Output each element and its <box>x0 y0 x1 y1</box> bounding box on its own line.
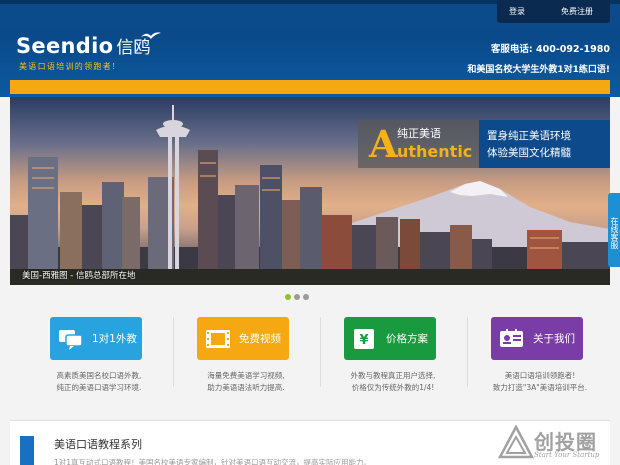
logo-slogan: 美语口语培训的领跑者! <box>19 62 117 71</box>
feature-desc-line: 纯正的美语口语学习环境. <box>56 383 142 392</box>
register-link[interactable]: 免费注册 <box>547 6 607 17</box>
about-us-button[interactable]: 关于我们 <box>491 317 583 360</box>
feature-section: 1对1外教 高素质美国名校口语外教, 纯正的美语口语学习环境. 免费视频 海量免… <box>10 305 610 415</box>
watermark: 创投圈 Start Your Startup <box>496 423 620 465</box>
feature-label: 1对1外教 <box>92 333 137 345</box>
hero-banner[interactable]: 美国-西雅图 - 信鸥总部所在地 A 纯正美语 uthentic 置身纯正美语环… <box>10 97 610 285</box>
online-service-tab[interactable]: 在线客服 <box>608 193 620 267</box>
feature-desc: 美语口语培训领跑者! 致力打造"3A"美语培训平台. <box>481 370 599 394</box>
feature-desc-line: 高素质美国名校口语外教, <box>56 371 142 380</box>
course-desc: 1对1真互动式口语教程！美国名校美语专家编制，针对美语口语互动交流，提高实际应用… <box>54 458 372 465</box>
top-links-bar: 登录 免费注册 <box>497 0 610 23</box>
divider <box>320 317 321 387</box>
feature-label: 价格方案 <box>386 333 428 345</box>
authentic-promo: A 纯正美语 uthentic 置身纯正美语环境 体验美国文化精髓 <box>358 120 610 168</box>
banner-slogan-line2: 体验美国文化精髓 <box>487 147 571 159</box>
price-tag-icon: ¥ <box>354 328 374 349</box>
feature-label: 免费视频 <box>239 333 281 345</box>
watermark-sub: Start Your Startup <box>534 451 600 459</box>
logo-brand-en: Seendio <box>16 34 114 58</box>
feature-label: 关于我们 <box>533 333 575 345</box>
chat-bubbles-icon <box>59 329 83 350</box>
feature-desc-line: 外教与教程真正用户选择, <box>350 371 436 380</box>
feature-desc-line: 助力美语语法听力提高. <box>207 383 285 392</box>
carousel-dot[interactable] <box>285 294 291 300</box>
film-icon <box>206 329 230 348</box>
divider <box>173 317 174 387</box>
id-card-icon <box>500 328 523 347</box>
feature-desc-line: 海量免费美语学习视频, <box>207 371 285 380</box>
hotline-phone: 客服电话: 400-092-1980 <box>490 44 610 55</box>
site-logo[interactable]: Seendio 信鸥 <box>16 32 161 58</box>
banner-slogan-line1: 置身纯正美语环境 <box>487 130 571 142</box>
feature-desc-line: 美语口语培训领跑者! <box>504 371 576 380</box>
authentic-en: uthentic <box>397 142 473 161</box>
nav-bar <box>10 80 610 94</box>
one-on-one-button[interactable]: 1对1外教 <box>50 317 142 360</box>
feature-pricing: ¥ 价格方案 外教与教程真正用户选择, 价格仅为传统外教的1/4! <box>334 317 452 394</box>
free-video-button[interactable]: 免费视频 <box>197 317 289 360</box>
course-title[interactable]: 美语口语教程系列 <box>54 436 142 452</box>
feature-desc: 海量免费美语学习视频, 助力美语语法听力提高. <box>187 370 305 394</box>
feature-one-on-one: 1对1外教 高素质美国名校口语外教, 纯正的美语口语学习环境. <box>40 317 158 394</box>
feature-about-us: 关于我们 美语口语培训领跑者! 致力打造"3A"美语培训平台. <box>481 317 599 394</box>
feature-desc-line: 价格仅为传统外教的1/4! <box>351 383 435 392</box>
carousel-dot[interactable] <box>294 294 300 300</box>
authentic-slogan-box: 置身纯正美语环境 体验美国文化精髓 <box>479 120 610 168</box>
header-tagline: 和美国名校大学生外教1对1练口语! <box>467 65 610 75</box>
feature-desc: 高素质美国名校口语外教, 纯正的美语口语学习环境. <box>40 370 158 394</box>
authentic-letter: A <box>369 122 398 166</box>
svg-text:¥: ¥ <box>359 333 368 348</box>
divider <box>467 317 468 387</box>
banner-caption: 美国-西雅图 - 信鸥总部所在地 <box>22 271 136 281</box>
authentic-cn: 纯正美语 <box>397 127 441 140</box>
feature-desc: 外教与教程真正用户选择, 价格仅为传统外教的1/4! <box>334 370 452 394</box>
watermark-logo-icon <box>498 425 534 459</box>
carousel-dots <box>285 294 309 300</box>
login-link[interactable]: 登录 <box>497 6 537 17</box>
seagull-icon <box>141 32 161 39</box>
course-accent-bar <box>20 436 34 465</box>
feature-free-video: 免费视频 海量免费美语学习视频, 助力美语语法听力提高. <box>187 317 305 394</box>
carousel-dot[interactable] <box>303 294 309 300</box>
pricing-button[interactable]: ¥ 价格方案 <box>344 317 436 360</box>
feature-desc-line: 致力打造"3A"美语培训平台. <box>492 383 588 392</box>
